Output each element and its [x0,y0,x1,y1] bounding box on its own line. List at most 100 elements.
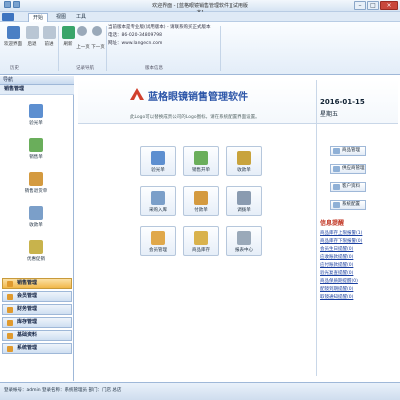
ribbon-separator [106,26,107,71]
sidebar-item-receipt[interactable]: 收款单 [14,206,58,228]
menu-bar: 开始 视图 工具 [0,12,400,22]
tile-members[interactable]: 会员管理 [140,226,176,256]
product-management-button[interactable]: 商品管理 [330,146,366,156]
sales-module-icon [7,281,13,287]
prev-icon-button[interactable] [76,26,88,38]
quick-access-toolbar [4,1,20,8]
message-link[interactable]: 会员生日提醒(0) [320,246,353,252]
sidebar-item-promotion[interactable]: 优惠促销 [14,240,58,262]
product-icon [333,148,340,154]
arrow-up-icon [77,26,87,36]
sales-icon [194,151,208,165]
transfer-icon [237,191,251,205]
message-link[interactable]: 验光复查提醒(0) [320,270,353,276]
purchase-icon [151,191,165,205]
stock-icon [194,231,208,245]
brand-logo-icon [130,88,144,100]
module-inventory[interactable]: 库存管理 [2,317,72,328]
tile-transfer[interactable]: 调拨单 [226,186,262,216]
title-bar: 欢迎界面 - [蓝格眼镜销售管理软件][试用版本] – □ × [0,0,400,16]
tile-stock[interactable]: 商品库存 [183,226,219,256]
ribbon-separator [220,26,221,71]
version-text: 当前版本是专业版(试用版本) - 请联系购买正式版本 [108,25,211,30]
message-link[interactable]: 商品库存上限报警(1) [320,230,362,236]
sidebar-item-sales-return[interactable]: 销售退货单 [14,172,58,194]
sales-icon [29,138,43,152]
sidebar-header: 导航 [0,76,74,85]
app-menu-button[interactable] [2,13,14,21]
maximize-button[interactable]: □ [367,1,379,10]
message-link[interactable]: 应收账款提醒(0) [320,254,353,260]
module-sales[interactable]: 销售管理 [2,278,72,289]
logo-tip: 此Logo可以替换成贵公司的Logo图标，请在系统配置界面设置。 [130,115,260,120]
forward-icon [42,26,56,39]
close-button[interactable]: × [380,1,398,10]
message-link[interactable]: 配镜到期提醒(0) [320,286,353,292]
prev-page-button[interactable]: 上一页 [75,44,91,50]
current-date: 2016-01-15 [320,98,365,106]
tab-tools[interactable]: 工具 [72,13,90,22]
minimize-button[interactable]: – [354,1,366,10]
supplier-management-button[interactable]: 供应商管理 [330,164,366,174]
status-bar: 登录帐号：admin 登录名称：系统管理员 部门：门店 总店 [0,382,400,400]
basic-data-module-icon [7,333,13,339]
sidebar-item-optometry[interactable]: 验光单 [14,104,58,126]
config-icon [333,202,340,208]
return-icon [29,172,43,186]
version-info: 当前版本是专业版(试用版本) - 请联系购买正式版本 电话：86-020-348… [108,24,218,48]
next-icon-button[interactable] [91,26,103,38]
payment-icon [194,191,208,205]
message-link[interactable]: 取镜通知提醒(0) [320,294,353,300]
tile-payment[interactable]: 付款单 [183,186,219,216]
reports-icon [237,231,251,245]
brand-title: 蓝格眼镜销售管理软件 [148,92,248,103]
window-controls: – □ × [354,1,398,10]
receipt-icon [237,151,251,165]
system-module-icon [7,346,13,352]
receipt-icon [29,206,43,220]
system-config-button[interactable]: 系统配置 [330,200,366,210]
customer-icon [333,184,340,190]
members-module-icon [7,294,13,300]
optometry-icon [151,151,165,165]
message-link[interactable]: 商品库存下限报警(0) [320,238,362,244]
customer-data-button[interactable]: 客户资料 [330,182,366,192]
message-link[interactable]: 应付账款提醒(0) [320,262,353,268]
message-link[interactable]: 商品保质期提醒(0) [320,278,358,284]
content-divider [316,80,317,376]
arrow-down-icon [92,26,102,36]
tab-start[interactable]: 开始 [28,13,49,22]
tile-receipt[interactable]: 收款单 [226,146,262,176]
optometry-icon [29,104,43,118]
messages-title: 信息提醒 [320,220,345,227]
module-finance[interactable]: 财务管理 [2,304,72,315]
finance-module-icon [7,307,13,313]
refresh-icon [61,26,75,39]
group-label-navigation: 记录导航 [76,66,94,71]
phone-text: 电话：86-020-34809798 [108,33,162,38]
promotion-icon [29,240,43,254]
tile-reports[interactable]: 报表中心 [226,226,262,256]
inventory-module-icon [7,320,13,326]
next-page-button[interactable]: 下一页 [90,44,106,50]
tile-sales-order[interactable]: 销售开单 [183,146,219,176]
back-icon [25,26,39,39]
tile-purchase-in[interactable]: 采购入库 [140,186,176,216]
quick-access-icon[interactable] [13,1,20,8]
module-system[interactable]: 系统管理 [2,343,72,354]
current-weekday: 星期五 [320,111,339,118]
forward-button[interactable]: 前进 [39,26,59,47]
module-members[interactable]: 会员管理 [2,291,72,302]
navigation-sidebar: 导航 销售管理 验光单 销售单 销售退货单 收款单 优惠促销 销售管理 会员管理… [0,76,74,381]
group-label-history: 历史 [10,66,19,71]
module-basic-data[interactable]: 基础资料 [2,330,72,341]
sidebar-section-title[interactable]: 销售管理 [0,85,74,95]
website-link[interactable]: 网址：www.langecn.com [108,40,218,48]
tile-optometry[interactable]: 验光单 [140,146,176,176]
members-icon [151,231,165,245]
sidebar-item-sales[interactable]: 销售单 [14,138,58,160]
tab-view[interactable]: 视图 [52,13,70,22]
supplier-icon [333,166,340,172]
welcome-button[interactable]: 欢迎界面 [3,26,23,47]
app-icon[interactable] [4,1,11,8]
